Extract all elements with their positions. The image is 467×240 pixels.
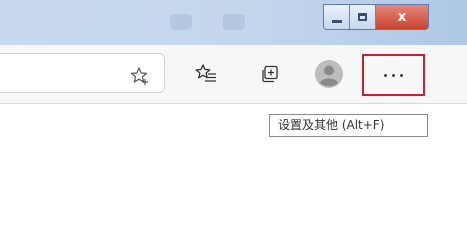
more-dots-icon [384,73,403,77]
restore-icon [358,13,367,21]
profile-button[interactable] [314,59,344,89]
add-favorite-button[interactable] [128,64,152,88]
window-titlebar: x [0,0,467,45]
collections-icon [262,65,278,83]
favorites-list-icon [195,64,216,82]
titlebar-blur-decoration [223,14,245,30]
tooltip: 设置及其他 (Alt+F) [269,114,428,137]
minimize-button[interactable] [324,5,350,29]
browser-toolbar [0,45,467,104]
titlebar-blur-decoration [170,14,192,30]
window-controls: x [323,4,429,30]
minimize-icon [331,19,342,23]
close-icon: x [397,9,407,25]
profile-avatar-icon [315,60,343,88]
close-button[interactable]: x [376,5,428,29]
star-add-icon [130,67,148,85]
restore-button[interactable] [350,5,376,29]
settings-and-more-button[interactable] [362,54,425,96]
collections-button[interactable] [255,59,285,89]
favorites-button[interactable] [191,59,221,89]
